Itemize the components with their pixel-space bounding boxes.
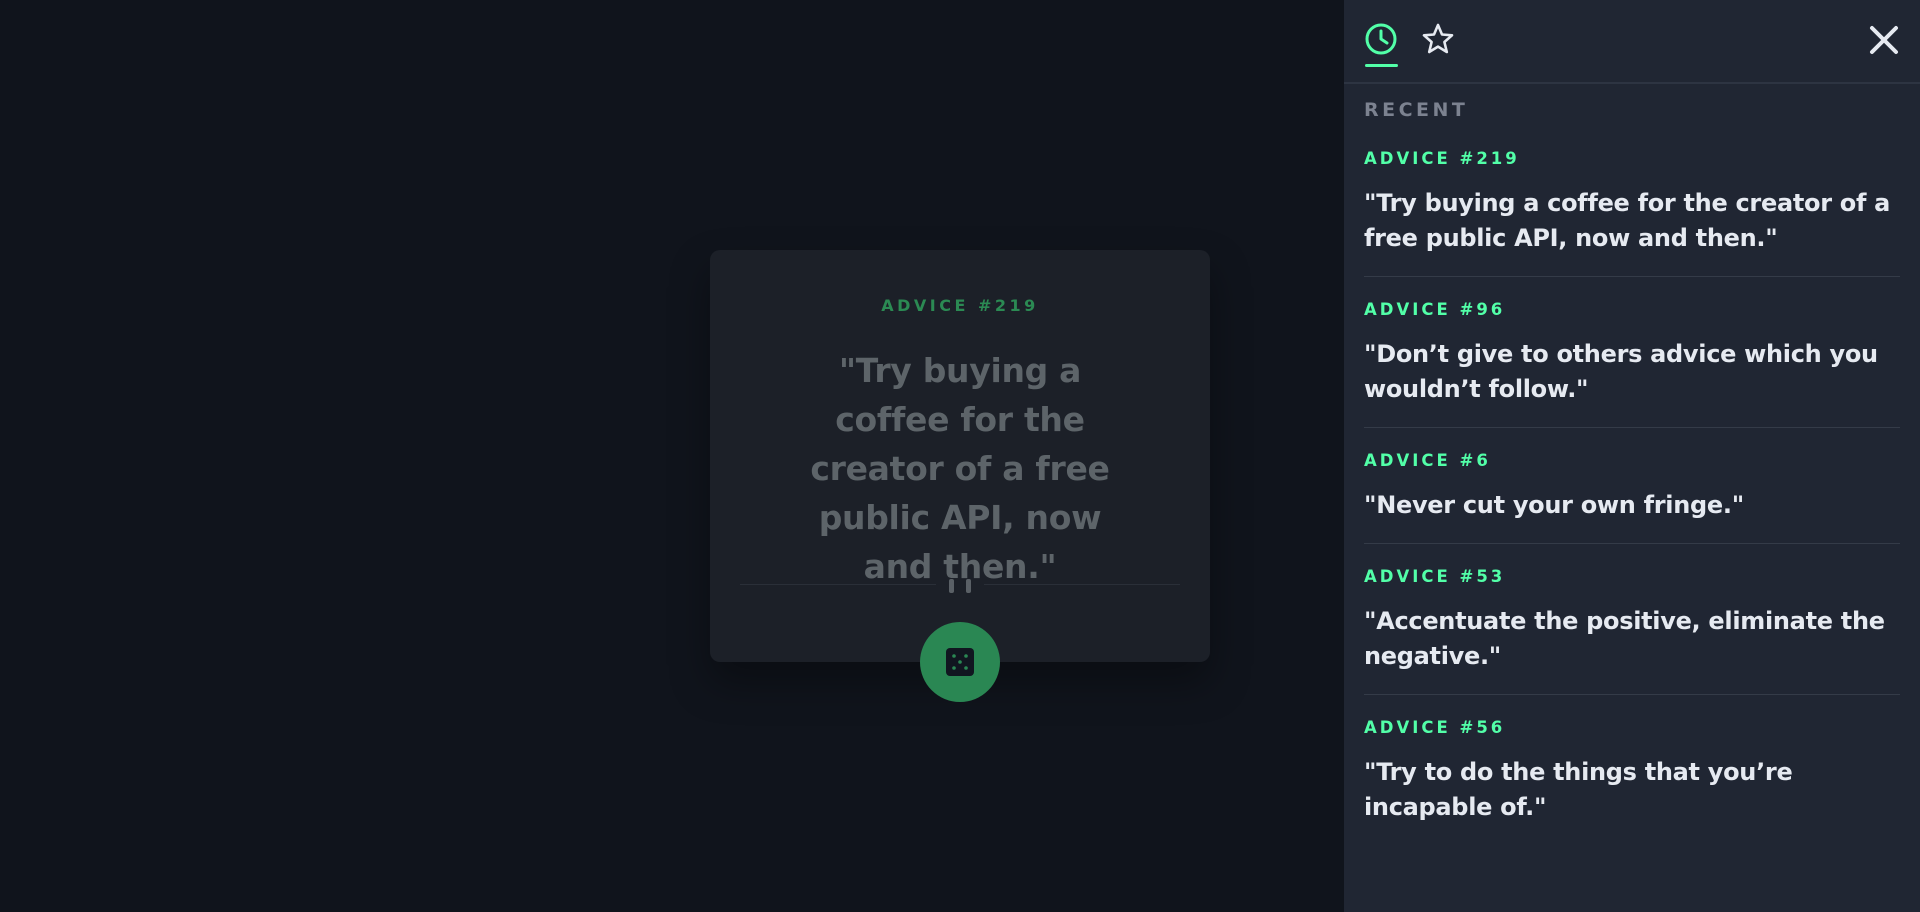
close-icon — [1870, 26, 1898, 54]
pause-icon — [949, 579, 971, 593]
advice-card: ADVICE #219 "Try buying a coffee for the… — [710, 250, 1210, 702]
history-item-quote: "Don’t give to others advice which you w… — [1364, 340, 1878, 403]
history-list: ADVICE #219 "Try buying a coffee for the… — [1364, 140, 1900, 845]
clock-icon — [1365, 23, 1397, 55]
close-sidebar-button[interactable] — [1866, 22, 1902, 58]
sidebar-header — [1344, 0, 1920, 84]
history-sidebar: RECENT ADVICE #219 "Try buying a coffee … — [1344, 0, 1920, 912]
roll-dice-button[interactable] — [920, 622, 1000, 702]
tab-favorites[interactable] — [1421, 22, 1457, 68]
history-item-label: ADVICE #6 — [1364, 451, 1491, 470]
history-item[interactable]: ADVICE #219 "Try buying a coffee for the… — [1364, 140, 1900, 277]
history-item[interactable]: ADVICE #56 "Try to do the things that yo… — [1364, 695, 1900, 845]
history-item-quote: "Never cut your own fringe." — [1364, 491, 1744, 519]
history-item-quote: "Try buying a coffee for the creator of … — [1364, 189, 1891, 252]
history-item[interactable]: ADVICE #6 "Never cut your own fringe." — [1364, 428, 1900, 544]
history-item-label: ADVICE #219 — [1364, 149, 1520, 168]
dice-icon — [946, 648, 974, 676]
tab-recent[interactable] — [1364, 22, 1400, 68]
history-item-quote: "Try to do the things that you’re incapa… — [1364, 758, 1793, 821]
star-icon — [1422, 23, 1454, 54]
advice-number-label: ADVICE #219 — [881, 296, 1039, 315]
divider-line-right — [984, 584, 1180, 585]
history-item[interactable]: ADVICE #53 "Accentuate the positive, eli… — [1364, 544, 1900, 695]
active-tab-indicator — [1365, 64, 1398, 67]
advice-quote: "Try buying a coffee for the creator of … — [810, 351, 1110, 586]
divider-line-left — [740, 584, 936, 585]
history-item-label: ADVICE #96 — [1364, 300, 1506, 319]
history-item[interactable]: ADVICE #96 "Don’t give to others advice … — [1364, 277, 1900, 428]
section-title-recent: RECENT — [1364, 99, 1469, 121]
history-item-quote: "Accentuate the positive, eliminate the … — [1364, 607, 1885, 670]
app-root: ADVICE #219 "Try buying a coffee for the… — [0, 0, 1920, 912]
history-item-label: ADVICE #53 — [1364, 567, 1506, 586]
card-divider — [740, 579, 1180, 593]
history-item-label: ADVICE #56 — [1364, 718, 1506, 737]
